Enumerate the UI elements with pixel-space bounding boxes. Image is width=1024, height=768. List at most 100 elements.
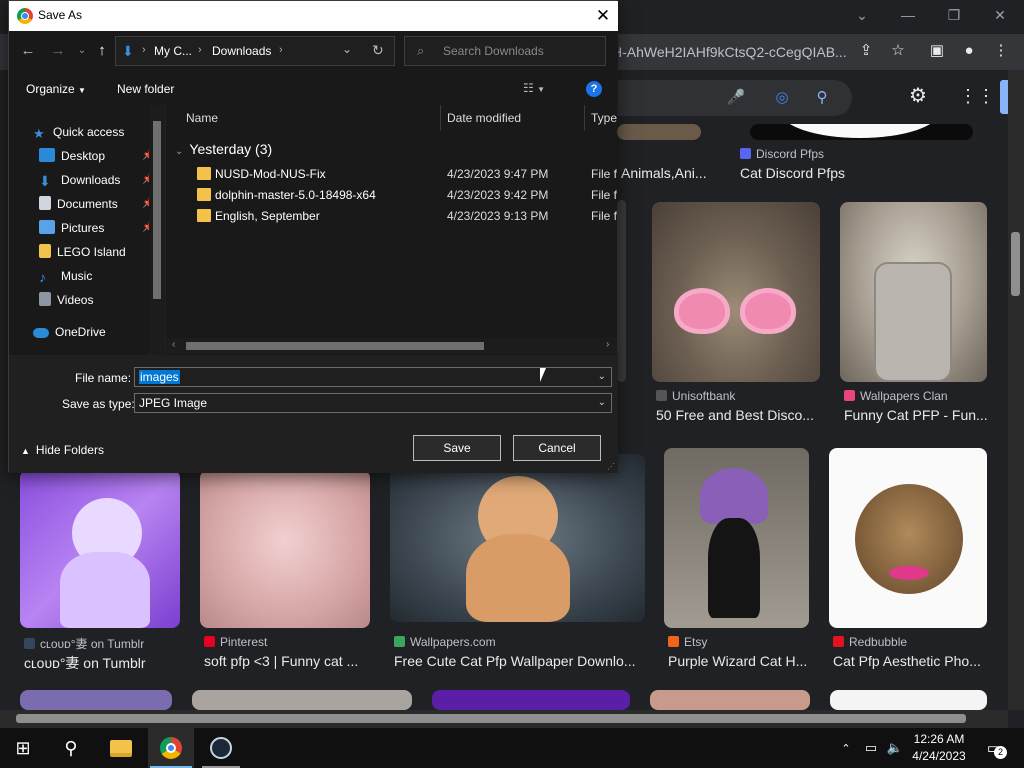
file-explorer-icon[interactable] [98, 728, 144, 768]
bookmark-star-icon[interactable]: ☆ [887, 40, 909, 62]
result-image[interactable] [829, 448, 987, 628]
vertical-scrollbar[interactable] [1008, 70, 1024, 710]
result-source[interactable]: Discord Pfps [740, 147, 824, 161]
close-window-button[interactable]: ✕ [980, 4, 1020, 26]
share-icon[interactable]: ⇪ [855, 40, 877, 62]
result-source[interactable]: Unisoftbank [656, 389, 735, 403]
file-row[interactable]: English, September 4/23/2023 9:13 PM File … [187, 206, 617, 226]
result-title[interactable]: Purple Wizard Cat H... [668, 653, 813, 669]
save-as-type-select[interactable]: JPEG Image ⌄ [134, 393, 612, 413]
result-source[interactable]: Redbubble [833, 635, 907, 649]
nav-item-pictures[interactable]: Pictures [39, 217, 104, 239]
lens-search-icon[interactable]: ◎ [772, 88, 792, 108]
nav-item-videos[interactable]: Videos [39, 289, 93, 311]
nav-item-lego-island[interactable]: LEGO Island [39, 241, 126, 263]
nav-item-quick-access[interactable]: ★ Quick access [33, 121, 124, 143]
result-title[interactable]: Animals,Ani... [621, 165, 721, 181]
voice-search-icon[interactable]: 🎤 [726, 88, 746, 108]
forward-arrow-icon[interactable]: → [47, 40, 69, 62]
side-panel-icon[interactable]: ▣ [926, 40, 948, 62]
volume-icon[interactable]: 🔈 [884, 728, 906, 768]
result-title[interactable]: Cat Pfp Aesthetic Pho... [833, 653, 993, 669]
result-source[interactable]: cʟᴏᴜᴅ°妻 on Tumblr [24, 635, 144, 652]
up-arrow-icon[interactable]: ↑ [91, 40, 113, 62]
result-image[interactable] [750, 124, 973, 140]
result-image[interactable] [192, 690, 412, 710]
result-title[interactable]: Free Cute Cat Pfp Wallpaper Downlo... [394, 653, 644, 669]
result-image[interactable] [20, 470, 180, 628]
result-image[interactable] [652, 202, 820, 382]
nav-item-desktop[interactable]: Desktop [39, 145, 105, 167]
start-windows-icon[interactable]: ⊞ [0, 728, 46, 768]
address-dropdown-icon[interactable]: ⌄ [342, 42, 352, 56]
steam-icon[interactable] [198, 728, 244, 768]
sign-in-tab[interactable] [1000, 80, 1008, 114]
apps-grid-icon[interactable]: ⋮⋮ [959, 86, 995, 106]
result-image[interactable] [20, 690, 172, 710]
column-header-date-modified[interactable]: Date modified [447, 111, 521, 125]
search-downloads-input[interactable]: ⌕ Search Downloads [404, 36, 606, 66]
clock[interactable]: 12:26 AM 4/24/2023 [906, 731, 972, 765]
organize-button[interactable]: Organize ▼ [26, 82, 86, 96]
result-image[interactable] [432, 690, 630, 710]
hide-folders-button[interactable]: ▲ Hide Folders [21, 443, 104, 457]
collapse-chevron-icon[interactable]: ⌄ [175, 146, 183, 157]
result-title[interactable]: Cat Discord Pfps [740, 165, 900, 181]
chrome-taskbar-icon[interactable] [148, 728, 194, 768]
nav-item-music[interactable]: ♪ Music [39, 265, 92, 287]
horizontal-scroll-thumb[interactable] [16, 714, 966, 723]
breadcrumb-item[interactable]: Downloads [212, 44, 271, 58]
result-image[interactable] [830, 690, 987, 710]
result-image[interactable] [617, 200, 626, 382]
network-icon[interactable]: ▭ [860, 728, 882, 768]
save-button[interactable]: Save [413, 435, 501, 461]
result-image[interactable] [650, 690, 810, 710]
recent-locations-chevron-icon[interactable]: ⌄ [71, 40, 93, 62]
file-row[interactable]: dolphin-master-5.0-18498-x64 4/23/2023 9:… [187, 185, 617, 205]
omnibox[interactable]: H-AhWeH2IAHf9kCtsQ2-cCegQIAB... [612, 37, 882, 67]
nav-item-onedrive[interactable]: OneDrive [33, 321, 106, 343]
profile-icon[interactable]: ● [958, 40, 980, 62]
result-source[interactable]: Wallpapers.com [394, 635, 496, 649]
vertical-scroll-thumb[interactable] [1011, 232, 1020, 296]
search-icon[interactable]: ⚲ [48, 728, 94, 768]
chrome-menu-icon[interactable]: ⋮ [990, 40, 1012, 62]
resize-grip-icon[interactable]: ⋰ [607, 462, 615, 471]
address-bar[interactable]: ⬇ › My C... › Downloads › ⌄ ↻ [115, 36, 395, 66]
restore-button[interactable]: ❐ [934, 4, 974, 26]
save-as-type-dropdown-icon[interactable]: ⌄ [598, 394, 606, 412]
nav-item-documents[interactable]: Documents [39, 193, 118, 215]
result-title[interactable]: cʟᴏᴜᴅ°妻 on Tumblr [24, 653, 184, 673]
result-source[interactable]: Wallpapers Clan [844, 389, 948, 403]
result-image[interactable] [664, 448, 809, 628]
result-source[interactable]: Etsy [668, 635, 707, 649]
search-icon[interactable]: ⚲ [812, 88, 832, 108]
new-folder-button[interactable]: New folder [117, 82, 174, 96]
help-icon[interactable]: ? [586, 81, 602, 97]
file-row[interactable]: NUSD-Mod-NUS-Fix4/23/2023 9:47 PMFile fo… [187, 164, 617, 184]
result-title[interactable]: Funny Cat PFP - Fun... [844, 407, 994, 423]
dialog-titlebar[interactable]: Save As ✕ [9, 1, 618, 31]
result-title[interactable]: soft pfp <3 | Funny cat ... [204, 653, 374, 669]
back-arrow-icon[interactable]: ← [17, 40, 39, 62]
result-source[interactable]: Pinterest [204, 635, 267, 649]
breadcrumb-item[interactable]: My C... [154, 44, 192, 58]
file-list-h-scrollbar[interactable]: ‹ › [166, 338, 617, 354]
notification-icon[interactable]: ▭ 2 [980, 728, 1008, 768]
result-image[interactable] [390, 454, 645, 622]
result-image[interactable] [617, 124, 701, 140]
result-image[interactable] [200, 470, 370, 628]
column-header-name[interactable]: Name [186, 111, 218, 125]
result-image[interactable] [840, 202, 987, 382]
column-header-type[interactable]: Type [591, 111, 617, 125]
cancel-button[interactable]: Cancel [513, 435, 601, 461]
refresh-icon[interactable]: ↻ [372, 42, 384, 59]
group-header[interactable]: ⌄ Yesterday (3) [175, 141, 272, 157]
nav-item-downloads[interactable]: ⬇ Downloads [39, 169, 120, 191]
dialog-close-button[interactable]: ✕ [592, 5, 614, 27]
settings-gear-icon[interactable]: ⚙ [908, 86, 928, 106]
result-title[interactable]: 50 Free and Best Disco... [656, 407, 826, 423]
show-hidden-icons-chevron-icon[interactable]: ⌃ [836, 728, 856, 768]
nav-pane-scrollbar[interactable] [149, 105, 165, 355]
minimize-button[interactable]: — [888, 4, 928, 26]
